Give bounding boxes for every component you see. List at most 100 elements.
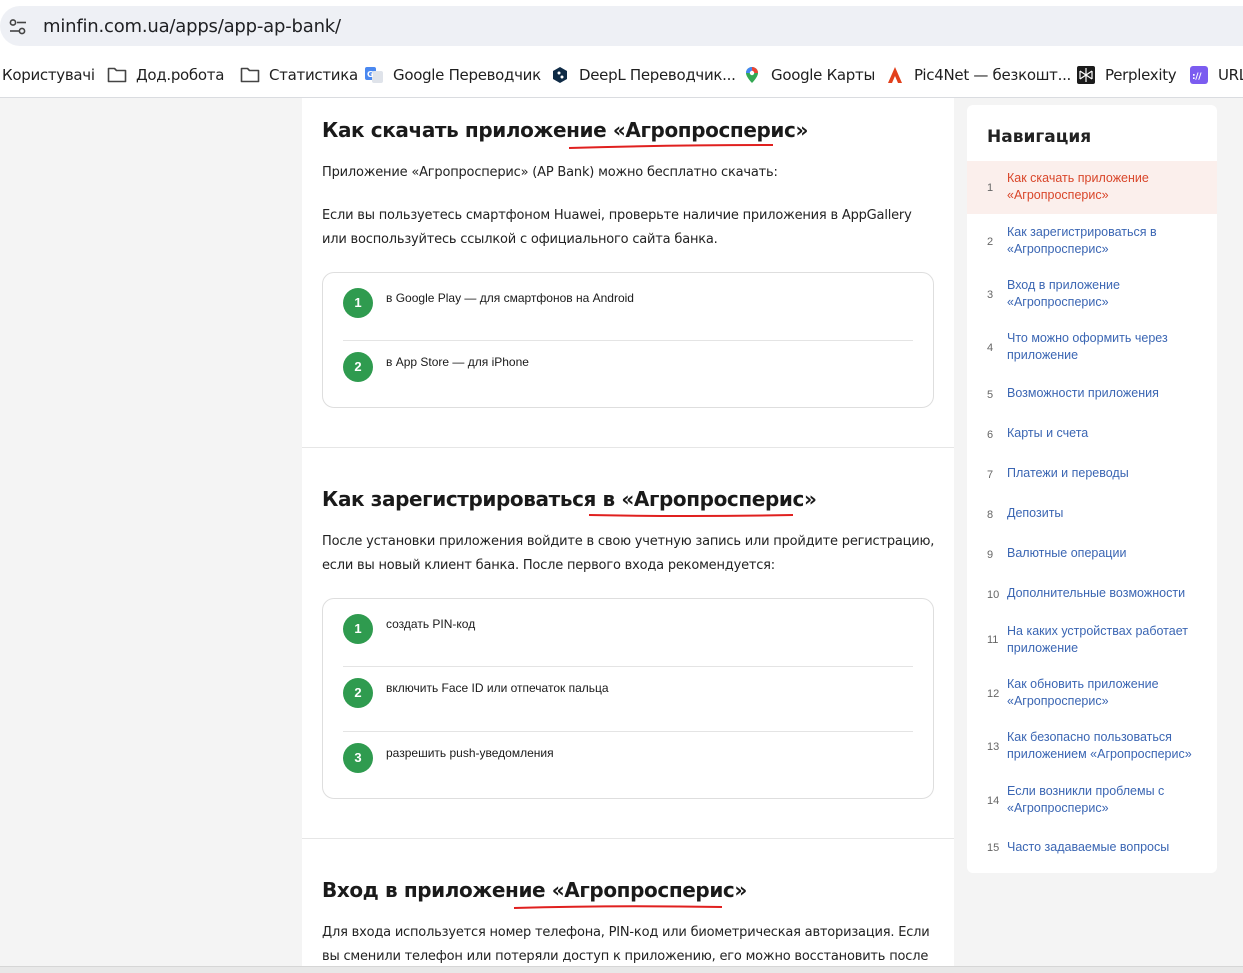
- browser-toolbar: minfin.com.ua/apps/app-ap-bank/: [0, 0, 1243, 54]
- bookmark-perplexity[interactable]: Perplexity: [1076, 63, 1177, 87]
- section-divider: [302, 838, 954, 839]
- nav-item-number: 8: [987, 509, 994, 521]
- nav-item-number: 9: [987, 549, 994, 561]
- step-text: создать PIN-код: [386, 617, 476, 631]
- step-number-badge: 1: [343, 288, 373, 318]
- nav-item-number: 11: [987, 634, 999, 646]
- bookmark-dod-robota[interactable]: Дод.робота: [107, 63, 224, 87]
- bookmark-label: Perplexity: [1105, 66, 1177, 84]
- nav-title: Навигация: [987, 127, 1092, 147]
- red-underline-annotation: [513, 905, 723, 909]
- nav-item-number: 12: [987, 688, 1000, 700]
- nav-item-payments[interactable]: 7 Платежи и переводы: [967, 456, 1217, 494]
- step-number-badge: 3: [343, 743, 373, 773]
- folder-icon: [107, 67, 127, 83]
- bookmark-label: Статистика: [269, 66, 358, 84]
- step-number-badge: 2: [343, 352, 373, 382]
- nav-item-login[interactable]: 3 Вход в приложение «Агропросперис»: [967, 268, 1217, 321]
- step-text: включить Face ID или отпечаток пальца: [386, 681, 609, 695]
- nav-item-label[interactable]: Дополнительные возможности: [1007, 585, 1207, 602]
- step-item: 3 разрешить push-уведомления: [343, 728, 913, 792]
- article-content: Как скачать приложение «Агропросперис» П…: [302, 98, 954, 973]
- red-underline-annotation: [568, 144, 774, 149]
- nav-item-number: 13: [987, 741, 1000, 753]
- paragraph: После установки приложения войдите в сво…: [322, 534, 935, 573]
- nav-item-currency[interactable]: 9 Валютные операции: [967, 536, 1217, 574]
- nav-item-number: 1: [987, 182, 994, 194]
- url-text[interactable]: minfin.com.ua/apps/app-ap-bank/: [43, 16, 341, 37]
- nav-item-label[interactable]: Как безопасно пользоваться приложением «…: [1007, 729, 1207, 763]
- nav-item-label[interactable]: Как скачать приложение «Агропросперис»: [1007, 170, 1207, 204]
- folder-icon: [240, 67, 260, 83]
- nav-item-cards[interactable]: 6 Карты и счета: [967, 416, 1217, 454]
- perplexity-icon: [1077, 66, 1095, 84]
- step-number-badge: 2: [343, 678, 373, 708]
- nav-item-extra[interactable]: 10 Дополнительные возможности: [967, 576, 1217, 614]
- nav-item-number: 7: [987, 469, 994, 481]
- google-maps-icon: [746, 67, 758, 83]
- paragraph: Приложение «Агропросперис» (AP Bank) мож…: [322, 165, 778, 180]
- bookmark-label: Google Переводчик: [393, 66, 541, 84]
- address-bar[interactable]: minfin.com.ua/apps/app-ap-bank/: [0, 6, 1243, 46]
- nav-item-label[interactable]: Валютные операции: [1007, 545, 1207, 562]
- bookmark-label: Користувачі: [2, 66, 95, 84]
- nav-item-features[interactable]: 4 Что можно оформить через приложение: [967, 321, 1217, 374]
- nav-item-number: 10: [987, 589, 1000, 601]
- bookmarks-bar: Користувачі Дод.робота Статистика G Goog…: [0, 54, 1243, 98]
- nav-item-number: 6: [987, 429, 994, 441]
- nav-item-number: 14: [987, 795, 1000, 807]
- navigation-sidebar: Навигация 1 Как скачать приложение «Агро…: [967, 105, 1217, 873]
- nav-item-label[interactable]: Часто задаваемые вопросы: [1007, 839, 1207, 856]
- bookmark-label: URL: [1218, 66, 1243, 84]
- bookmark-deepl[interactable]: DeepL Переводчик...: [550, 63, 736, 87]
- section-title: Вход в приложение «Агропросперис»: [322, 878, 747, 902]
- nav-item-label[interactable]: Возможности приложения: [1007, 385, 1207, 402]
- nav-item-number: 2: [987, 236, 994, 248]
- section-title: Как зарегистрироваться в «Агропросперис»: [322, 487, 817, 511]
- horizontal-scrollbar[interactable]: [0, 966, 1243, 973]
- paragraph: Если вы пользуетесь смартфоном Huawei, п…: [322, 208, 912, 247]
- bookmark-google-maps[interactable]: Google Карты: [742, 63, 875, 87]
- red-underline-annotation: [588, 514, 794, 517]
- nav-item-label[interactable]: Как зарегистрироваться в «Агропросперис»: [1007, 224, 1207, 258]
- bookmark-label: Дод.робота: [136, 66, 225, 84]
- url-icon: ://: [1190, 66, 1208, 84]
- nav-item-deposits[interactable]: 8 Депозиты: [967, 496, 1217, 534]
- nav-item-capabilities[interactable]: 5 Возможности приложения: [967, 376, 1217, 414]
- paragraph: Для входа используется номер телефона, P…: [322, 925, 930, 964]
- nav-item-download[interactable]: 1 Как скачать приложение «Агропросперис»: [967, 161, 1217, 214]
- nav-item-label[interactable]: Что можно оформить через приложение: [1007, 330, 1207, 364]
- bookmark-google-translate[interactable]: G Google Переводчик: [364, 63, 541, 87]
- step-item: 1 в Google Play — для смартфонов на Andr…: [343, 273, 913, 337]
- section-title: Как скачать приложение «Агропросперис»: [322, 118, 809, 142]
- bookmark-statystyka[interactable]: Статистика: [240, 63, 358, 87]
- steps-box: 1 создать PIN-код 2 включить Face ID или…: [322, 598, 934, 799]
- nav-item-faq[interactable]: 15 Часто задаваемые вопросы: [967, 832, 1217, 862]
- nav-item-label[interactable]: Как обновить приложение «Агропросперис»: [1007, 676, 1207, 710]
- nav-item-label[interactable]: Если возникли проблемы с «Агропросперис»: [1007, 783, 1207, 817]
- nav-item-label[interactable]: Депозиты: [1007, 505, 1207, 522]
- google-translate-icon: G: [365, 67, 383, 83]
- bookmark-korystuvachi[interactable]: Користувачі: [2, 63, 95, 87]
- section-divider: [302, 447, 954, 448]
- nav-item-number: 4: [987, 342, 994, 354]
- nav-item-label[interactable]: Платежи и переводы: [1007, 465, 1207, 482]
- step-text: разрешить push-уведомления: [386, 746, 554, 760]
- bookmark-url[interactable]: :// URL: [1189, 63, 1243, 87]
- nav-item-label[interactable]: Вход в приложение «Агропросперис»: [1007, 277, 1207, 311]
- site-settings-icon[interactable]: [8, 18, 28, 36]
- step-item: 2 включить Face ID или отпечаток пальца: [343, 663, 913, 727]
- step-text: в Google Play — для смартфонов на Androi…: [386, 291, 634, 305]
- nav-item-devices[interactable]: 11 На каких устройствах работает приложе…: [967, 616, 1217, 669]
- nav-item-register[interactable]: 2 Как зарегистрироваться в «Агропроспери…: [967, 215, 1217, 268]
- nav-item-security[interactable]: 13 Как безопасно пользоваться приложение…: [967, 722, 1217, 775]
- nav-item-problems[interactable]: 14 Если возникли проблемы с «Агропроспер…: [967, 776, 1217, 829]
- nav-item-label[interactable]: На каких устройствах работает приложение: [1007, 623, 1207, 657]
- bookmark-pic4net[interactable]: Pic4Net — безкошт...: [885, 63, 1071, 87]
- step-item: 1 создать PIN-код: [343, 599, 913, 663]
- nav-item-update[interactable]: 12 Как обновить приложение «Агропроспери…: [967, 669, 1217, 722]
- nav-item-label[interactable]: Карты и счета: [1007, 425, 1207, 442]
- nav-item-number: 15: [987, 842, 1000, 854]
- nav-item-number: 5: [987, 389, 994, 401]
- step-item: 2 в App Store — для iPhone: [343, 337, 913, 401]
